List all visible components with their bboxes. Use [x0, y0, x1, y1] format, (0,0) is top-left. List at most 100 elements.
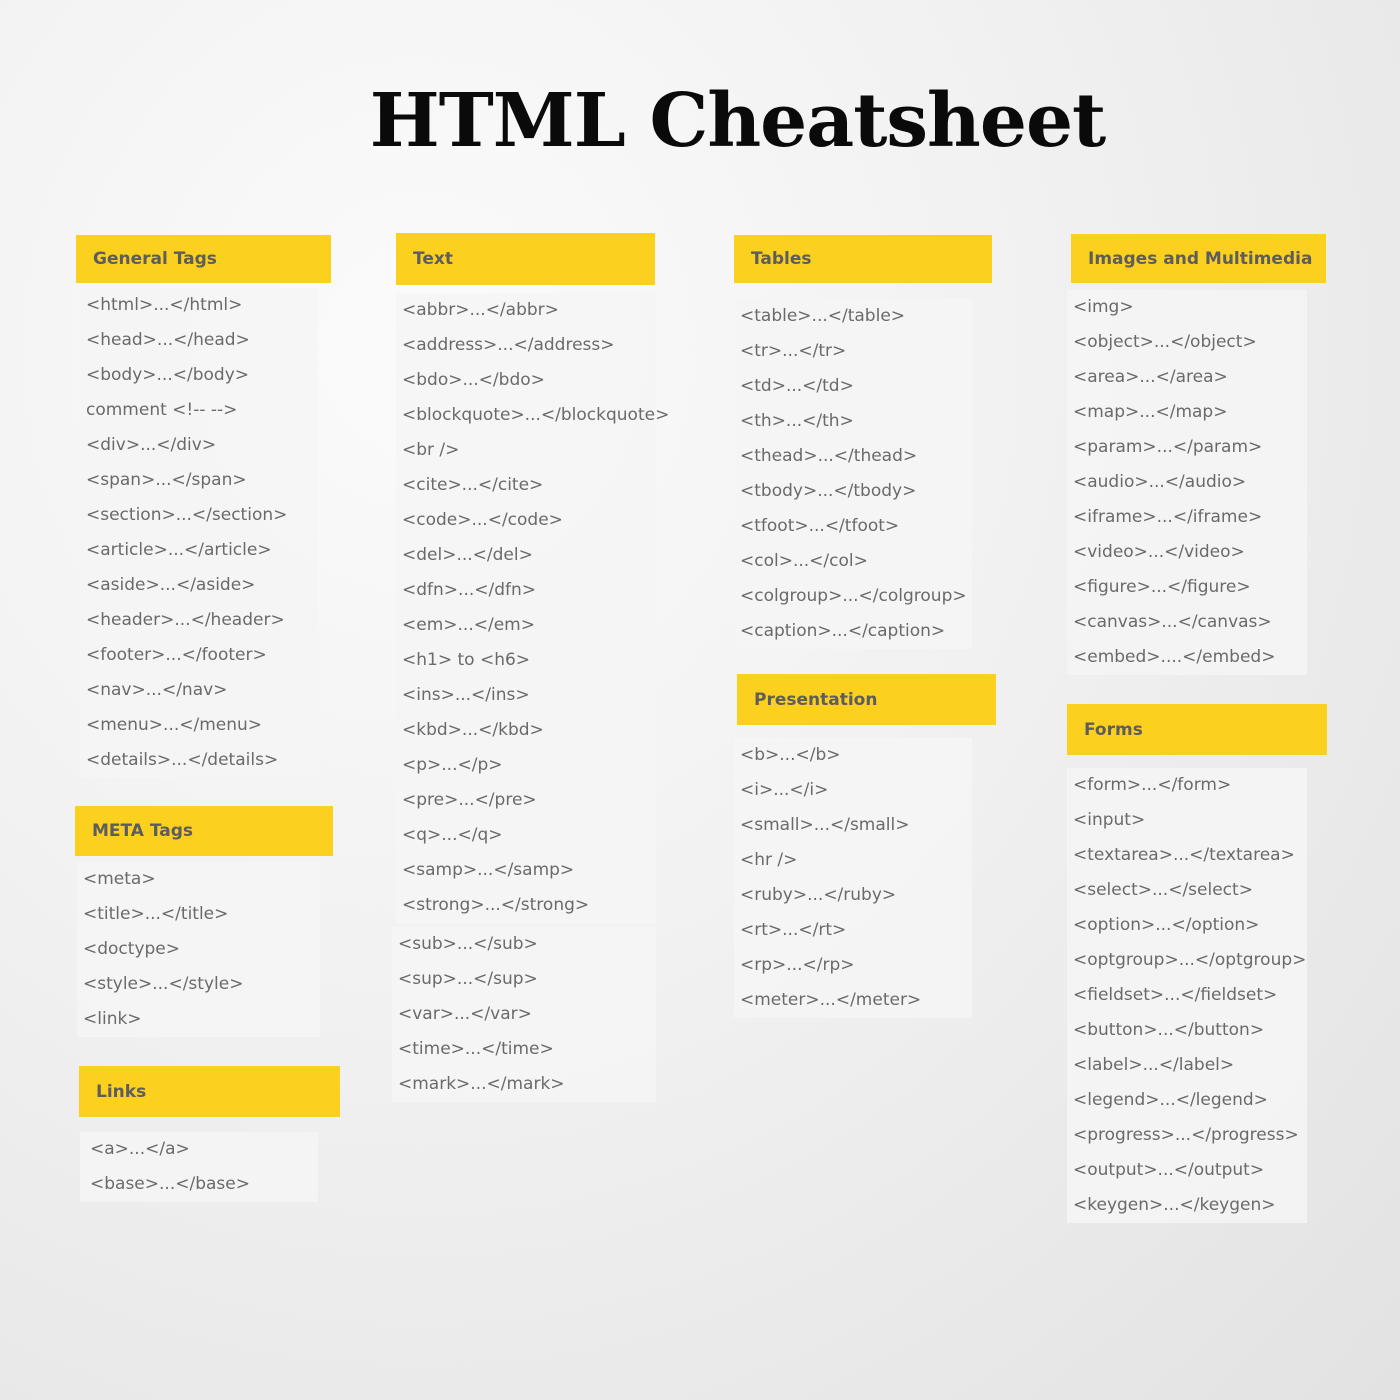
list-item: <canvas>...</canvas>	[1073, 612, 1272, 632]
list-item: <var>...</var>	[398, 1004, 532, 1024]
list-item: <q>...</q>	[402, 825, 503, 845]
list-item: <b>...</b>	[740, 745, 841, 765]
list-item: <code>...</code>	[402, 510, 563, 530]
list-item: <header>...</header>	[86, 610, 285, 630]
list-item: <cite>...</cite>	[402, 475, 544, 495]
list-item: <video>...</video>	[1073, 542, 1245, 562]
section-header-tables: Tables	[734, 235, 992, 283]
list-item: <nav>...</nav>	[86, 680, 228, 700]
list-item: <bdo>...</bdo>	[402, 370, 545, 390]
text-list-continued: <sub>...</sub> <sup>...</sup> <var>...</va…	[392, 927, 656, 1102]
list-item: <mark>...</mark>	[398, 1074, 565, 1094]
list-item: <ins>...</ins>	[402, 685, 530, 705]
list-item: <small>...</small>	[740, 815, 910, 835]
list-item: <thead>...</thead>	[740, 446, 918, 466]
list-item: <colgroup>...</colgroup>	[740, 586, 967, 606]
list-item: <address>...</address>	[402, 335, 615, 355]
list-item: <iframe>...</iframe>	[1073, 507, 1263, 527]
links-list: <a>...</a> <base>...</base>	[80, 1132, 318, 1202]
list-item: <em>...</em>	[402, 615, 535, 635]
list-item: <samp>...</samp>	[402, 860, 575, 880]
list-item: <title>...</title>	[83, 904, 229, 924]
list-item: <del>...</del>	[402, 545, 533, 565]
text-list: <abbr>...</abbr> <address>...</address> <b…	[396, 293, 670, 923]
list-item: <audio>...</audio>	[1073, 472, 1247, 492]
list-item: <input>	[1073, 810, 1146, 830]
list-item: <caption>...</caption>	[740, 621, 946, 641]
list-item: <article>...</article>	[86, 540, 272, 560]
section-header-general-tags: General Tags	[76, 235, 331, 283]
section-header-links: Links	[79, 1066, 340, 1117]
section-header-text: Text	[396, 233, 655, 285]
list-item: <aside>...</aside>	[86, 575, 256, 595]
list-item: <progress>...</progress>	[1073, 1125, 1299, 1145]
list-item: <html>...</html>	[86, 295, 243, 315]
list-item: <i>...</i>	[740, 780, 829, 800]
list-item: <rt>...</rt>	[740, 920, 847, 940]
list-item: <option>...</option>	[1073, 915, 1260, 935]
list-item: <pre>...</pre>	[402, 790, 537, 810]
list-item: <kbd>...</kbd>	[402, 720, 544, 740]
list-item: <p>...</p>	[402, 755, 503, 775]
list-item: <embed>....</embed>	[1073, 647, 1276, 667]
list-item: <select>...</select>	[1073, 880, 1253, 900]
list-item: <table>...</table>	[740, 306, 906, 326]
list-item: <abbr>...</abbr>	[402, 300, 559, 320]
list-item: <tr>...</tr>	[740, 341, 847, 361]
list-item: <details>...</details>	[86, 750, 279, 770]
list-item: <label>...</label>	[1073, 1055, 1235, 1075]
list-item: <figure>...</figure>	[1073, 577, 1251, 597]
list-item: <map>...</map>	[1073, 402, 1228, 422]
general-tags-list: <html>...</html> <head>...</head> <body>..…	[80, 288, 318, 778]
list-item: <keygen>...</keygen>	[1073, 1195, 1276, 1215]
list-item: <tbody>...</tbody>	[740, 481, 917, 501]
list-item: <form>...</form>	[1073, 775, 1232, 795]
section-header-images-multimedia: Images and Multimedia	[1071, 234, 1326, 283]
presentation-list: <b>...</b> <i>...</i> <small>...</small> <h…	[734, 738, 972, 1018]
list-item: <dfn>...</dfn>	[402, 580, 537, 600]
list-item: <tfoot>...</tfoot>	[740, 516, 900, 536]
list-item: <footer>...</footer>	[86, 645, 267, 665]
meta-tags-list: <meta> <title>...</title> <doctype> <style>…	[77, 862, 320, 1037]
list-item: <col>...</col>	[740, 551, 868, 571]
list-item: <br />	[402, 440, 460, 460]
list-item: <hr />	[740, 850, 798, 870]
list-item: <div>...</div>	[86, 435, 217, 455]
list-item: <output>...</output>	[1073, 1160, 1265, 1180]
section-header-forms: Forms	[1067, 704, 1327, 755]
list-item: <fieldset>...</fieldset>	[1073, 985, 1278, 1005]
list-item: <sup>...</sup>	[398, 969, 538, 989]
list-item: <span>...</span>	[86, 470, 247, 490]
page-title: HTML Cheatsheet	[369, 78, 1106, 164]
list-item: <optgroup>...</optgroup>	[1073, 950, 1307, 970]
list-item: <param>...</param>	[1073, 437, 1263, 457]
list-item: <a>...</a>	[90, 1139, 190, 1159]
list-item: <menu>...</menu>	[86, 715, 263, 735]
list-item: <link>	[83, 1009, 142, 1029]
list-item: <h1> to <h6>	[402, 650, 531, 670]
list-item: <style>...</style>	[83, 974, 244, 994]
list-item: <th>...</th>	[740, 411, 854, 431]
list-item: comment <!-- -->	[86, 400, 238, 420]
list-item: <meter>...</meter>	[740, 990, 922, 1010]
list-item: <img>	[1073, 297, 1134, 317]
list-item: <head>...</head>	[86, 330, 250, 350]
list-item: <section>...</section>	[86, 505, 288, 525]
list-item: <textarea>...</textarea>	[1073, 845, 1295, 865]
list-item: <meta>	[83, 869, 156, 889]
images-multimedia-list: <img> <object>...</object> <area>...</area…	[1067, 290, 1307, 675]
list-item: <td>...</td>	[740, 376, 854, 396]
tables-list: <table>...</table> <tr>...</tr> <td>...</t…	[734, 299, 972, 649]
list-item: <blockquote>...</blockquote>	[402, 405, 670, 425]
section-header-meta-tags: META Tags	[75, 806, 333, 856]
list-item: <legend>...</legend>	[1073, 1090, 1268, 1110]
forms-list: <form>...</form> <input> <textarea>...</te…	[1067, 768, 1307, 1223]
list-item: <button>...</button>	[1073, 1020, 1265, 1040]
list-item: <area>...</area>	[1073, 367, 1228, 387]
list-item: <sub>...</sub>	[398, 934, 538, 954]
list-item: <body>...</body>	[86, 365, 250, 385]
list-item: <ruby>...</ruby>	[740, 885, 897, 905]
list-item: <time>...</time>	[398, 1039, 554, 1059]
list-item: <doctype>	[83, 939, 181, 959]
section-header-presentation: Presentation	[737, 674, 996, 725]
